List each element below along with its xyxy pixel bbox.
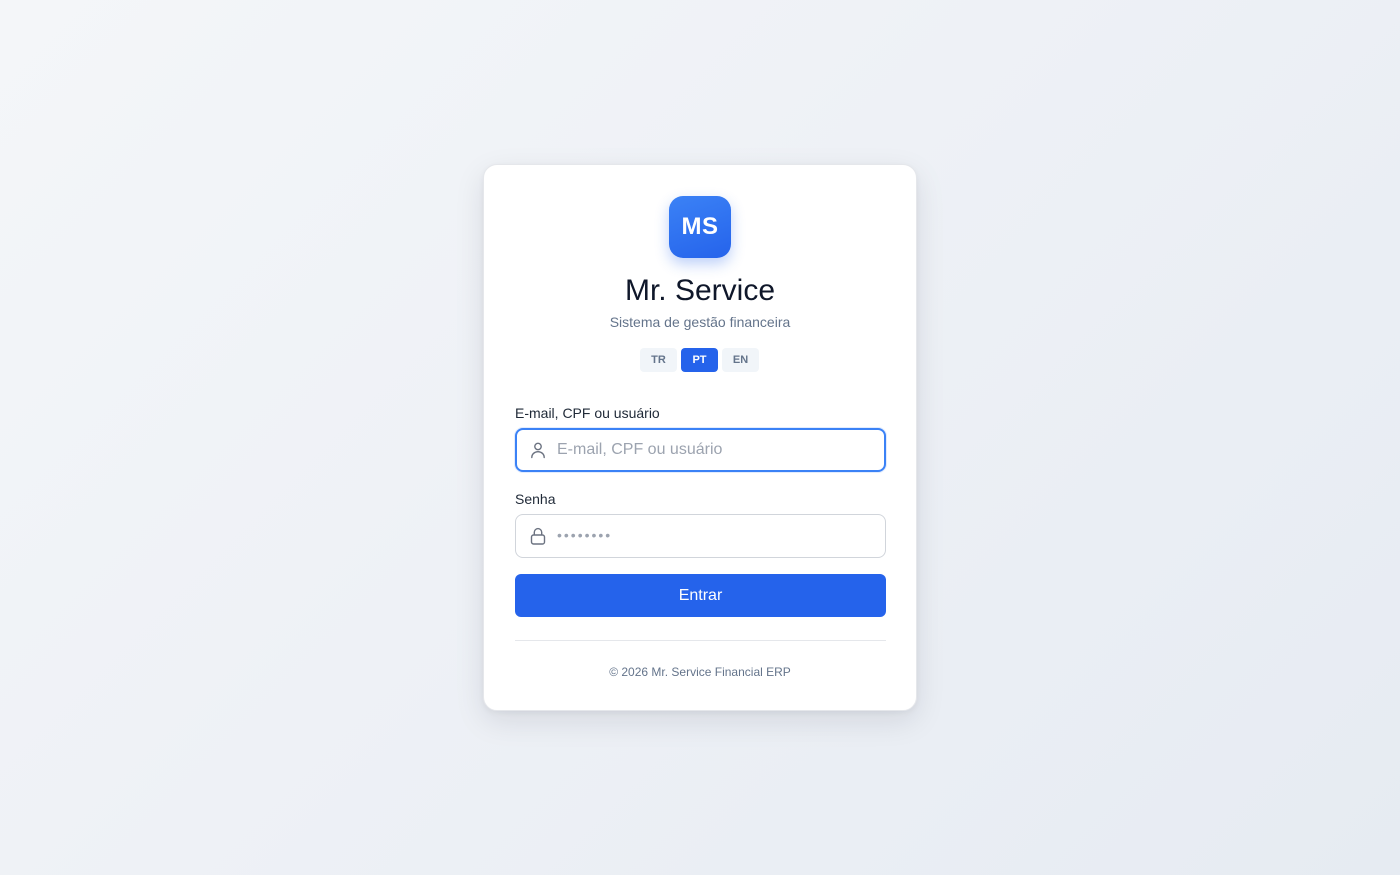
login-card: MS Mr. Service Sistema de gestão finance… bbox=[483, 164, 917, 711]
password-field[interactable] bbox=[515, 514, 886, 558]
password-input[interactable] bbox=[557, 515, 885, 557]
brand-logo: MS bbox=[669, 196, 731, 258]
user-icon bbox=[529, 441, 547, 459]
login-button[interactable]: Entrar bbox=[515, 574, 886, 617]
app-subtitle: Sistema de gestão financeira bbox=[609, 314, 791, 330]
language-option-en[interactable]: EN bbox=[722, 348, 759, 372]
lock-icon bbox=[529, 527, 547, 545]
language-option-tr[interactable]: TR bbox=[640, 348, 677, 372]
username-label: E-mail, CPF ou usuário bbox=[515, 405, 660, 421]
username-field[interactable] bbox=[515, 428, 886, 472]
divider bbox=[515, 640, 886, 641]
language-option-pt[interactable]: PT bbox=[681, 348, 718, 372]
brand-logo-text: MS bbox=[681, 213, 719, 240]
app-title: Mr. Service bbox=[624, 274, 776, 307]
language-switcher: TR PT EN bbox=[640, 348, 759, 372]
copyright-footer: © 2026 Mr. Service Financial ERP bbox=[609, 665, 791, 679]
username-input[interactable] bbox=[557, 430, 884, 470]
password-label: Senha bbox=[515, 491, 556, 507]
